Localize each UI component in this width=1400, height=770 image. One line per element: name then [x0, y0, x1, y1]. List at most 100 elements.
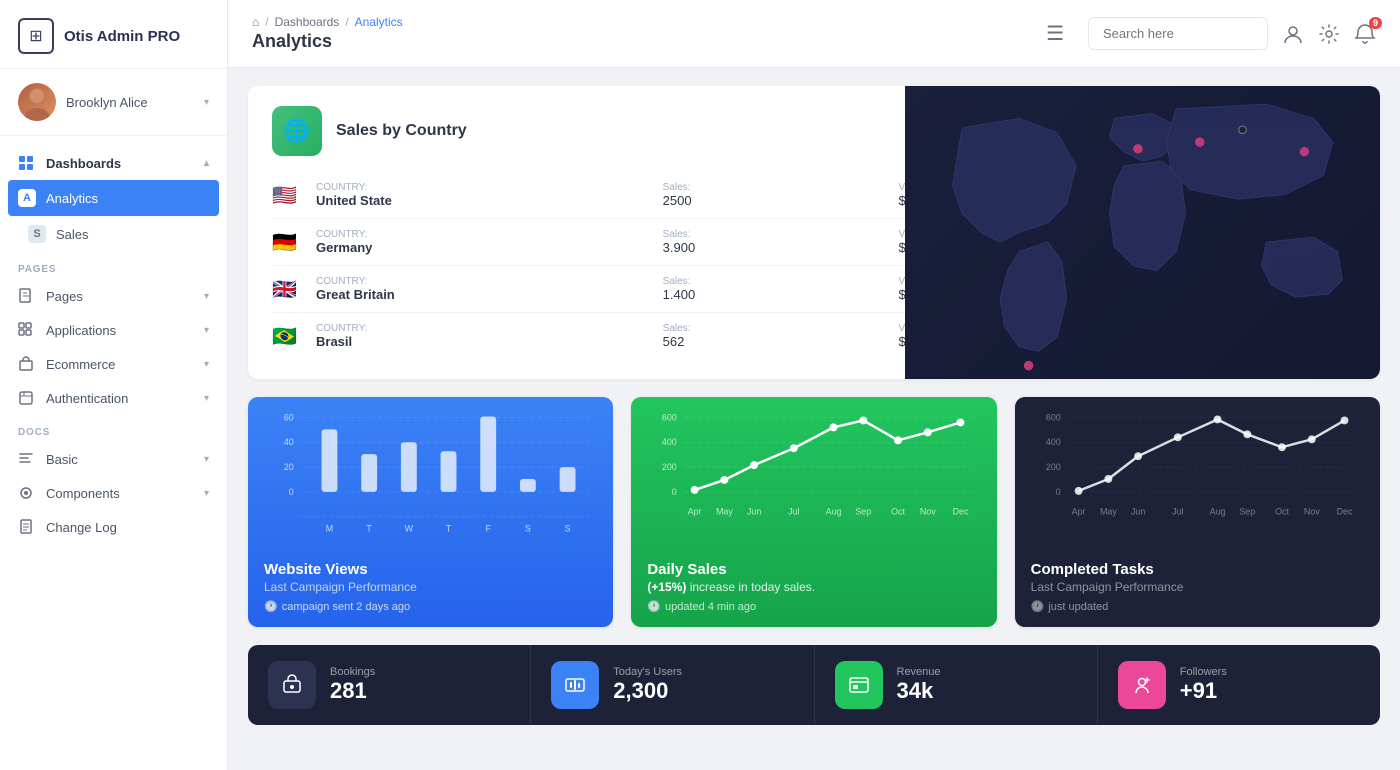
globe-icon: 🌐	[272, 106, 322, 156]
flag-gb: 🇬🇧	[272, 277, 302, 302]
authentication-chevron-icon: ▾	[204, 393, 209, 404]
svg-text:0: 0	[672, 487, 677, 497]
website-views-subtitle: Last Campaign Performance	[264, 580, 597, 594]
user-icon[interactable]	[1282, 23, 1304, 45]
sidebar-item-components[interactable]: Components ▾	[0, 476, 227, 510]
svg-text:M: M	[326, 524, 333, 534]
line-chart-green: 600 400 200 0	[645, 407, 982, 547]
country-cell: Country: Brasil	[316, 323, 649, 349]
ecommerce-label: Ecommerce	[46, 357, 194, 372]
ecommerce-chevron-icon: ▾	[204, 359, 209, 370]
revenue-value: 34k	[897, 678, 941, 704]
svg-text:60: 60	[284, 412, 294, 422]
svg-text:0: 0	[1055, 487, 1060, 497]
sales-cell: Sales: 2500	[663, 182, 885, 208]
search-input[interactable]	[1088, 17, 1268, 50]
applications-label: Applications	[46, 323, 194, 338]
svg-text:Nov: Nov	[1303, 507, 1319, 517]
dashboards-icon	[18, 155, 36, 171]
pages-icon	[18, 288, 36, 304]
bookings-icon-box	[268, 661, 316, 709]
revenue-label: Revenue	[897, 666, 941, 678]
svg-text:Apr: Apr	[1071, 507, 1085, 517]
followers-info: Followers +91	[1180, 666, 1227, 704]
sidebar-item-authentication[interactable]: Authentication ▾	[0, 381, 227, 415]
svg-text:May: May	[1100, 507, 1117, 517]
daily-sales-meta: 🕐 updated 4 min ago	[647, 600, 980, 613]
breadcrumb-sep2: /	[345, 15, 348, 29]
sidebar-item-dashboards[interactable]: Dashboards ▴	[0, 146, 227, 180]
dashboards-label: Dashboards	[46, 156, 194, 171]
sales-cell: Sales: 1.400	[663, 276, 885, 302]
svg-text:200: 200	[1046, 462, 1061, 472]
sidebar-item-sales[interactable]: S Sales	[0, 216, 227, 252]
website-views-card: 60 40 20 0 M T	[248, 397, 613, 627]
bookings-info: Bookings 281	[330, 666, 375, 704]
svg-text:Jul: Jul	[1172, 507, 1183, 517]
sales-accent: (+15%)	[647, 580, 686, 594]
breadcrumb-dashboards[interactable]: Dashboards	[275, 15, 340, 29]
chart-bottom-green: Daily Sales (+15%) increase in today sal…	[631, 547, 996, 627]
chart-bottom-blue: Website Views Last Campaign Performance …	[248, 547, 613, 627]
svg-text:400: 400	[662, 437, 677, 447]
sales-cell: Sales: 3.900	[663, 229, 885, 255]
basic-chevron-icon: ▾	[204, 454, 209, 465]
svg-text:Aug: Aug	[1209, 507, 1225, 517]
daily-sales-title: Daily Sales	[647, 561, 980, 578]
docs-section-title: DOCS	[0, 415, 227, 442]
sales-letter: S	[28, 225, 46, 243]
hamburger-icon[interactable]: ☰	[1046, 21, 1064, 46]
revenue-icon-box	[835, 661, 883, 709]
sidebar-item-basic[interactable]: Basic ▾	[0, 442, 227, 476]
daily-sales-card: 600 400 200 0	[631, 397, 996, 627]
clock-icon3: 🕐	[1031, 600, 1045, 613]
changelog-label: Change Log	[46, 520, 209, 535]
sales-by-country-card: 🌐 Sales by Country 🇺🇸 Country: United St…	[248, 86, 1380, 379]
breadcrumb-home-icon: ⌂	[252, 15, 259, 29]
followers-icon-box	[1118, 661, 1166, 709]
basic-icon	[18, 451, 36, 467]
sidebar-item-applications[interactable]: Applications ▾	[0, 313, 227, 347]
flag-de: 🇩🇪	[272, 230, 302, 255]
main-content: ⌂ / Dashboards / Analytics Analytics ☰ 9	[228, 0, 1400, 770]
sidebar-item-changelog[interactable]: Change Log	[0, 510, 227, 544]
followers-value: +91	[1180, 678, 1227, 704]
svg-text:W: W	[405, 524, 414, 534]
users-icon-box	[551, 661, 599, 709]
svg-text:T: T	[446, 524, 452, 534]
breadcrumb: ⌂ / Dashboards / Analytics	[252, 15, 1030, 29]
sales-cell: Sales: 562	[663, 323, 885, 349]
svg-text:0: 0	[289, 487, 294, 497]
svg-text:20: 20	[284, 462, 294, 472]
svg-text:Aug: Aug	[826, 507, 842, 517]
chart-top-dark: 600 400 200 0 Apr	[1015, 397, 1380, 547]
sidebar-item-ecommerce[interactable]: Ecommerce ▾	[0, 347, 227, 381]
sidebar-item-analytics[interactable]: A Analytics	[8, 180, 219, 216]
sidebar-nav: Dashboards ▴ A Analytics S Sales PAGES P…	[0, 136, 227, 770]
user-profile[interactable]: Brooklyn Alice ▾	[0, 69, 227, 136]
stat-bookings: Bookings 281	[248, 645, 531, 725]
sidebar-item-pages[interactable]: Pages ▾	[0, 279, 227, 313]
chart-row: 60 40 20 0 M T	[248, 397, 1380, 627]
svg-text:S: S	[565, 524, 571, 534]
settings-icon[interactable]	[1318, 23, 1340, 45]
svg-text:Dec: Dec	[1336, 507, 1352, 517]
chart-top-green: 600 400 200 0	[631, 397, 996, 547]
website-views-title: Website Views	[264, 561, 597, 578]
components-chevron-icon: ▾	[204, 488, 209, 499]
svg-text:Sep: Sep	[856, 507, 872, 517]
world-map	[905, 86, 1380, 379]
stat-users: Today's Users 2,300	[531, 645, 814, 725]
svg-text:600: 600	[1046, 412, 1061, 422]
svg-text:S: S	[525, 524, 531, 534]
line-chart-dark: 600 400 200 0 Apr	[1029, 407, 1366, 547]
notifications-icon[interactable]: 9	[1354, 23, 1376, 45]
authentication-icon	[18, 390, 36, 406]
svg-text:Apr: Apr	[688, 507, 702, 517]
applications-chevron-icon: ▾	[204, 325, 209, 336]
authentication-label: Authentication	[46, 391, 194, 406]
svg-text:40: 40	[284, 437, 294, 447]
header-right: 9	[1088, 17, 1376, 50]
completed-tasks-card: 600 400 200 0 Apr	[1015, 397, 1380, 627]
completed-tasks-subtitle: Last Campaign Performance	[1031, 580, 1364, 594]
